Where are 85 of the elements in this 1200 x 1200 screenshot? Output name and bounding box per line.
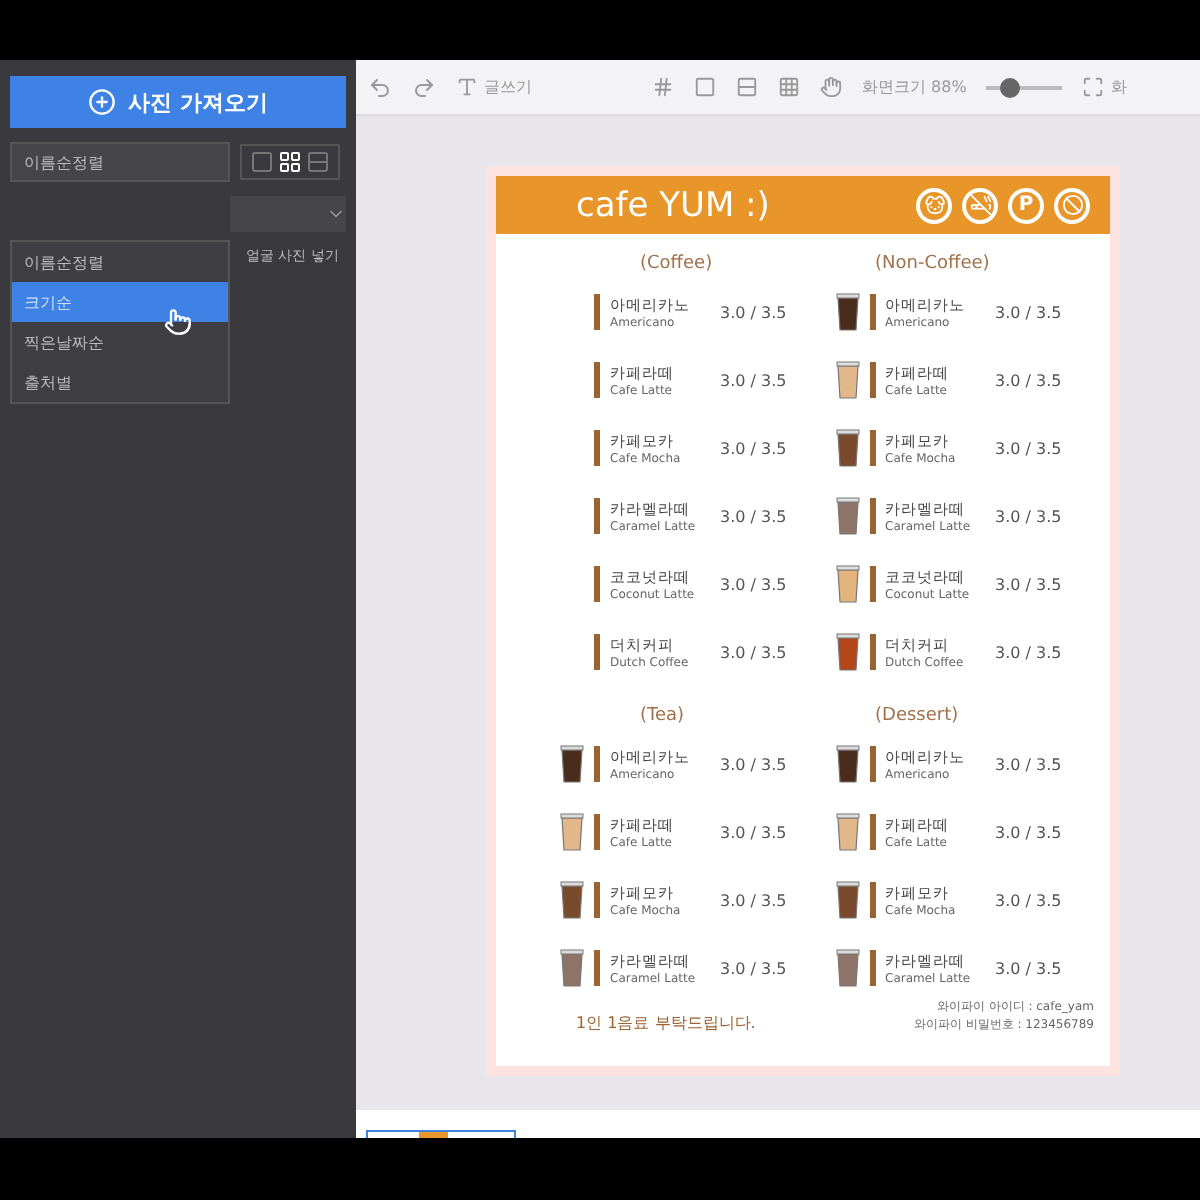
accent-bar bbox=[594, 498, 600, 534]
zoom-label: 화면크기 88% bbox=[862, 76, 967, 98]
item-price: 3.0 / 3.5 bbox=[720, 575, 787, 593]
item-price: 3.0 / 3.5 bbox=[995, 891, 1062, 909]
undo-icon[interactable] bbox=[368, 75, 392, 99]
item-price: 3.0 / 3.5 bbox=[720, 371, 787, 389]
cup-icon bbox=[835, 812, 859, 852]
accent-bar bbox=[594, 362, 600, 398]
parking-sign: P bbox=[1008, 187, 1044, 223]
redo-icon[interactable] bbox=[412, 75, 436, 99]
write-text-button[interactable]: 글쓰기 bbox=[456, 76, 532, 98]
cup-icon bbox=[835, 496, 859, 536]
hand-cursor-icon bbox=[164, 308, 192, 336]
section-title: (Coffee) bbox=[640, 254, 715, 274]
accent-bar bbox=[594, 746, 600, 782]
sort-option[interactable]: 찍은날짜순 bbox=[12, 322, 228, 362]
accent-bar bbox=[594, 294, 600, 330]
cup-icon bbox=[835, 880, 859, 920]
accent-bar bbox=[594, 950, 600, 986]
cup-icon bbox=[835, 428, 859, 468]
text-icon bbox=[456, 76, 478, 98]
item-price: 3.0 / 3.5 bbox=[995, 823, 1062, 841]
item-price: 3.0 / 3.5 bbox=[995, 575, 1062, 593]
accent-bar bbox=[594, 814, 600, 850]
page-number-icon[interactable] bbox=[652, 76, 674, 98]
cup-icon bbox=[560, 812, 584, 852]
accent-bar bbox=[869, 498, 875, 534]
cup-icon bbox=[835, 948, 859, 988]
item-price: 3.0 / 3.5 bbox=[720, 507, 787, 525]
cup-icon bbox=[835, 360, 859, 400]
import-photos-button[interactable]: 사진 가져오기 bbox=[10, 76, 346, 128]
item-price: 3.0 / 3.5 bbox=[995, 643, 1062, 661]
accent-bar bbox=[869, 634, 875, 670]
cup-icon bbox=[560, 880, 584, 920]
item-price: 3.0 / 3.5 bbox=[720, 643, 787, 661]
item-price: 3.0 / 3.5 bbox=[720, 891, 787, 909]
accent-bar bbox=[594, 634, 600, 670]
accent-bar bbox=[869, 814, 875, 850]
item-price: 3.0 / 3.5 bbox=[720, 959, 787, 977]
item-price: 3.0 / 3.5 bbox=[995, 959, 1062, 977]
cup-icon bbox=[560, 948, 584, 988]
sort-option[interactable]: 출처별 bbox=[12, 362, 228, 402]
item-price: 3.0 / 3.5 bbox=[995, 755, 1062, 773]
section-title: (Non-Coffee) bbox=[875, 254, 992, 274]
item-price: 3.0 / 3.5 bbox=[995, 507, 1062, 525]
cup-icon bbox=[835, 292, 859, 332]
plus-icon bbox=[88, 88, 117, 116]
cup-icon bbox=[560, 744, 584, 784]
dropdown-field[interactable] bbox=[230, 196, 346, 232]
accent-bar bbox=[869, 566, 875, 602]
accent-bar bbox=[869, 430, 875, 466]
no-smoking-icon bbox=[962, 187, 998, 223]
fit-icon bbox=[1082, 76, 1105, 98]
no-pets-icon bbox=[916, 187, 952, 223]
item-price: 3.0 / 3.5 bbox=[720, 823, 787, 841]
accent-bar bbox=[594, 430, 600, 466]
accent-bar bbox=[869, 362, 875, 398]
item-price: 3.0 / 3.5 bbox=[720, 303, 787, 321]
cup-icon bbox=[835, 632, 859, 672]
item-price: 3.0 / 3.5 bbox=[995, 439, 1062, 457]
cup-icon bbox=[835, 564, 859, 604]
view-mode-icon[interactable] bbox=[278, 150, 302, 174]
item-price: 3.0 / 3.5 bbox=[720, 755, 787, 773]
notice-text: 1인 1음료 부탁드립니다. bbox=[576, 1012, 756, 1034]
accent-bar bbox=[869, 882, 875, 918]
section-title: (Dessert) bbox=[875, 706, 961, 726]
cafe-title: cafe YUM :) bbox=[576, 185, 770, 225]
accent-bar bbox=[869, 294, 875, 330]
page-thumbnail[interactable] bbox=[366, 1130, 516, 1138]
item-price: 3.0 / 3.5 bbox=[995, 371, 1062, 389]
accent-bar bbox=[869, 950, 875, 986]
accent-bar bbox=[869, 746, 875, 782]
hand-icon[interactable] bbox=[820, 76, 842, 98]
sort-select[interactable]: 이름순정렬 bbox=[10, 142, 230, 182]
accent-bar bbox=[594, 882, 600, 918]
cup-icon bbox=[835, 744, 859, 784]
item-price: 3.0 / 3.5 bbox=[995, 303, 1062, 321]
sort-option[interactable]: 이름순정렬 bbox=[12, 242, 228, 282]
fit-screen-button[interactable]: 화 bbox=[1082, 76, 1127, 98]
item-price: 3.0 / 3.5 bbox=[720, 439, 787, 457]
grid-icon[interactable] bbox=[778, 76, 800, 98]
slider-thumb[interactable] bbox=[999, 77, 1020, 97]
sort-option[interactable]: 크기순 bbox=[12, 282, 228, 322]
accent-bar bbox=[594, 566, 600, 602]
section-title: (Tea) bbox=[640, 706, 687, 726]
